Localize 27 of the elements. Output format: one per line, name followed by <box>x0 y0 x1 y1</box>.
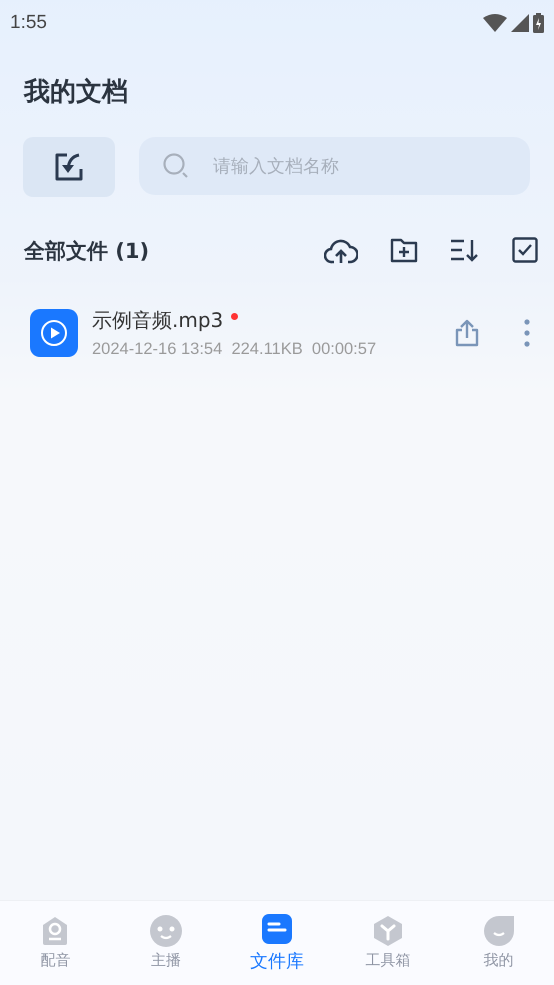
file-meta: 2024-12-16 13:54 224.11KB 00:00:57 <box>92 340 378 359</box>
audio-file-icon <box>30 309 78 357</box>
nav-tab[interactable]: 工具箱 <box>332 901 444 985</box>
sort-icon[interactable] <box>450 237 480 263</box>
smiley-icon <box>150 915 182 947</box>
nav-tab[interactable]: 主播 <box>110 901 222 985</box>
nav-tab[interactable]: 文件库 <box>222 901 332 985</box>
share-icon[interactable] <box>454 319 480 347</box>
smile-icon <box>482 915 515 947</box>
nav-tab[interactable]: 我的 <box>443 901 554 985</box>
more-icon[interactable] <box>524 319 530 347</box>
import-button[interactable] <box>23 137 115 197</box>
page-title: 我的文档 <box>24 76 129 109</box>
hexagon-icon <box>372 915 404 947</box>
cloud-upload-icon[interactable] <box>324 237 358 265</box>
search-field[interactable]: 请输入文档名称 <box>139 137 530 195</box>
signal-icon <box>511 14 529 32</box>
battery-icon <box>533 13 544 33</box>
file-name[interactable]: 示例音频.mp3 <box>92 307 224 334</box>
status-time: 1:55 <box>10 12 47 34</box>
section-title: 全部文件 (1) <box>24 238 150 265</box>
wifi-icon <box>483 14 507 32</box>
import-icon <box>53 151 85 183</box>
new-folder-icon[interactable] <box>390 237 418 263</box>
nav-tab[interactable]: 配音 <box>0 901 111 985</box>
document-icon <box>260 913 293 945</box>
select-icon[interactable] <box>512 237 538 263</box>
